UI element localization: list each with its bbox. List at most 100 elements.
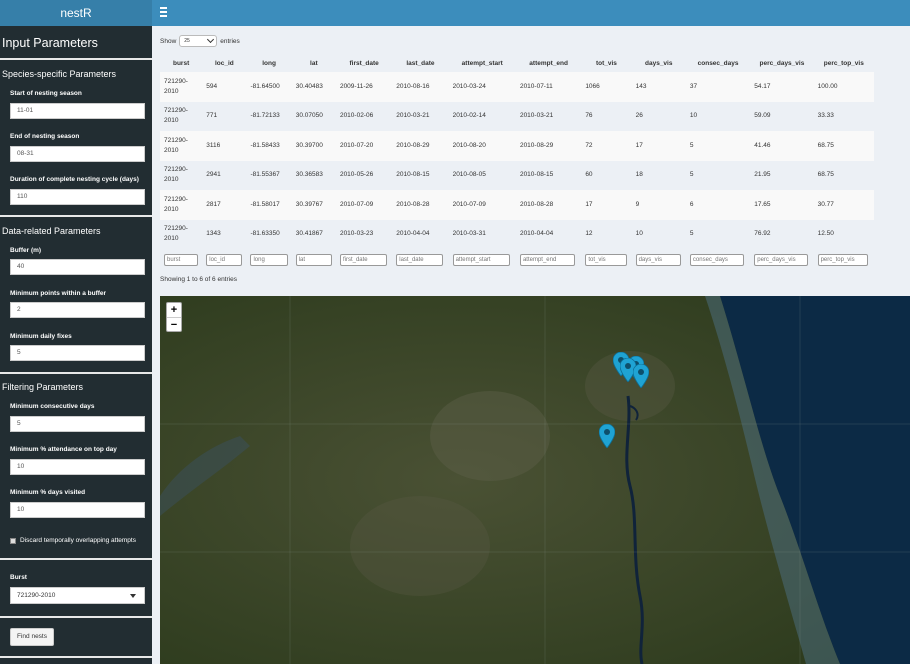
filter-input-days-vis[interactable]: days_vis — [635, 254, 681, 266]
column-header-loc-id[interactable]: loc_id — [202, 54, 247, 72]
filter-cell: days_vis — [631, 249, 686, 271]
checkbox-box[interactable] — [10, 537, 16, 544]
map-view[interactable]: + − — [160, 296, 910, 664]
min-fixes-input[interactable]: 5 — [10, 345, 145, 361]
min-points-label: Minimum points within a buffer — [10, 290, 107, 297]
table-cell-attempt-end: 2010-08-28 — [515, 190, 582, 220]
filter-input-perc-days-vis[interactable]: perc_days_vis — [754, 254, 808, 266]
column-header-attempt-end[interactable]: attempt_end — [515, 54, 582, 72]
burst-label: Burst — [10, 574, 27, 581]
filter-input-perc-top-vis[interactable]: perc_top_vis — [817, 254, 869, 266]
divider — [0, 616, 152, 618]
table-row[interactable]: 721290-2010 2941 -81.55367 30.36583 2010-05-… — [160, 160, 874, 190]
caret-down-icon — [130, 594, 136, 598]
table-cell-long: -81.64500 — [246, 72, 292, 102]
min-consec-input[interactable]: 5 — [10, 416, 145, 432]
table-cell-tot-vis: 76 — [581, 101, 632, 131]
table-cell-burst: 721290-2010 — [160, 160, 203, 190]
min-points-input[interactable]: 2 — [10, 302, 145, 318]
table-cell-last-date: 2010-08-15 — [392, 160, 449, 190]
find-nests-button[interactable]: Find nests — [10, 628, 54, 646]
app-logo: nestR — [0, 0, 152, 26]
table-cell-long: -81.63350 — [246, 219, 292, 249]
column-header-burst[interactable]: burst — [160, 54, 203, 72]
filter-input-first-date[interactable]: first_date — [339, 254, 388, 266]
table-cell-long: -81.58017 — [246, 190, 292, 220]
table-cell-perc-days-vis: 21.95 — [750, 160, 814, 190]
table-cell-attempt-start: 2010-08-20 — [448, 131, 516, 161]
column-header-long[interactable]: long — [246, 54, 292, 72]
table-cell-tot-vis: 12 — [581, 219, 632, 249]
divider — [0, 656, 152, 658]
divider — [0, 372, 152, 374]
filter-input-last-date[interactable]: last_date — [396, 254, 444, 266]
duration-label: Duration of complete nesting cycle (days… — [10, 176, 139, 183]
min-consec-label: Minimum consecutive days — [10, 403, 95, 410]
show-label: Show — [160, 37, 177, 45]
table-cell-perc-days-vis: 76.92 — [750, 219, 814, 249]
table-cell-loc-id: 594 — [202, 72, 247, 102]
table-cell-tot-vis: 72 — [581, 131, 632, 161]
table-header-row: burst loc_id long lat first_date last_date att… — [160, 54, 874, 72]
table-row[interactable]: 721290-2010 594 -81.64500 30.40483 2009-11-2… — [160, 72, 874, 102]
map-marker-icon[interactable] — [632, 363, 650, 389]
table-row[interactable]: 721290-2010 3116 -81.58433 30.39700 2010-07-… — [160, 131, 874, 161]
min-attendance-input[interactable]: 10 — [10, 459, 145, 475]
map-marker-icon[interactable] — [598, 423, 616, 449]
burst-select[interactable]: 721290-2010 — [10, 587, 145, 604]
table-cell-perc-days-vis: 41.46 — [750, 131, 814, 161]
table-cell-perc-days-vis: 54.17 — [750, 72, 814, 102]
column-header-perc-days-vis[interactable]: perc_days_vis — [750, 54, 814, 72]
table-cell-consec-days: 10 — [685, 101, 751, 131]
table-length-select[interactable]: 25 — [179, 35, 218, 47]
table-cell-attempt-end: 2010-08-29 — [515, 131, 582, 161]
table-cell-attempt-start: 2010-08-05 — [448, 160, 516, 190]
table-cell-days-vis: 10 — [631, 219, 686, 249]
table-cell-loc-id: 2817 — [202, 190, 247, 220]
table-row[interactable]: 721290-2010 771 -81.72133 30.07050 2010-02-0… — [160, 101, 874, 131]
start-season-input[interactable]: 11-01 — [10, 103, 145, 119]
column-header-lat[interactable]: lat — [291, 54, 336, 72]
table-cell-perc-days-vis: 59.09 — [750, 101, 814, 131]
column-header-last-date[interactable]: last_date — [392, 54, 449, 72]
filter-input-long[interactable]: long — [250, 254, 288, 266]
buffer-input[interactable]: 40 — [10, 259, 145, 275]
column-header-tot-vis[interactable]: tot_vis — [581, 54, 632, 72]
discard-overlap-checkbox[interactable]: Discard temporally overlapping attempts — [10, 537, 136, 544]
table-cell-lat: 30.36583 — [291, 160, 336, 190]
table-cell-consec-days: 37 — [685, 72, 751, 102]
entries-label: entries — [220, 37, 240, 45]
filter-cell: loc_id — [202, 249, 247, 271]
filter-input-attempt-start[interactable]: attempt_start — [452, 254, 510, 266]
column-header-first-date[interactable]: first_date — [335, 54, 393, 72]
table-row[interactable]: 721290-2010 1343 -81.63350 30.41867 2010-03-… — [160, 219, 874, 249]
table-cell-days-vis: 9 — [631, 190, 686, 220]
table-cell-first-date: 2009-11-26 — [335, 72, 393, 102]
sidebar: Input Parameters Species-specific Parame… — [0, 26, 152, 664]
end-season-input[interactable]: 08-31 — [10, 146, 145, 162]
top-navbar — [152, 0, 910, 26]
table-row[interactable]: 721290-2010 2817 -81.58017 30.39767 2010-07-… — [160, 190, 874, 220]
table-info: Showing 1 to 6 of 6 entries — [160, 276, 237, 283]
table-cell-first-date: 2010-03-23 — [335, 219, 393, 249]
column-header-attempt-start[interactable]: attempt_start — [448, 54, 516, 72]
filter-input-attempt-end[interactable]: attempt_end — [519, 254, 576, 266]
duration-input[interactable]: 110 — [10, 189, 145, 205]
column-header-consec-days[interactable]: consec_days — [685, 54, 751, 72]
table-cell-lat: 30.39767 — [291, 190, 336, 220]
filter-input-lat[interactable]: lat — [295, 254, 332, 266]
zoom-in-button[interactable]: + — [167, 303, 181, 317]
filter-cell: attempt_end — [515, 249, 582, 271]
filter-input-loc-id[interactable]: loc_id — [206, 254, 243, 266]
table-filter-row: burst loc_id long lat first_date last_date att… — [160, 249, 874, 271]
table-cell-attempt-start: 2010-03-31 — [448, 219, 516, 249]
filter-input-burst[interactable]: burst — [164, 254, 199, 266]
column-header-perc-top-vis[interactable]: perc_top_vis — [813, 54, 874, 72]
filter-input-consec-days[interactable]: consec_days — [689, 254, 745, 266]
sidebar-toggle-icon[interactable] — [160, 5, 174, 19]
zoom-out-button[interactable]: − — [167, 317, 181, 331]
filter-input-tot-vis[interactable]: tot_vis — [585, 254, 627, 266]
divider — [0, 558, 152, 560]
column-header-days-vis[interactable]: days_vis — [631, 54, 686, 72]
min-visited-input[interactable]: 10 — [10, 502, 145, 518]
